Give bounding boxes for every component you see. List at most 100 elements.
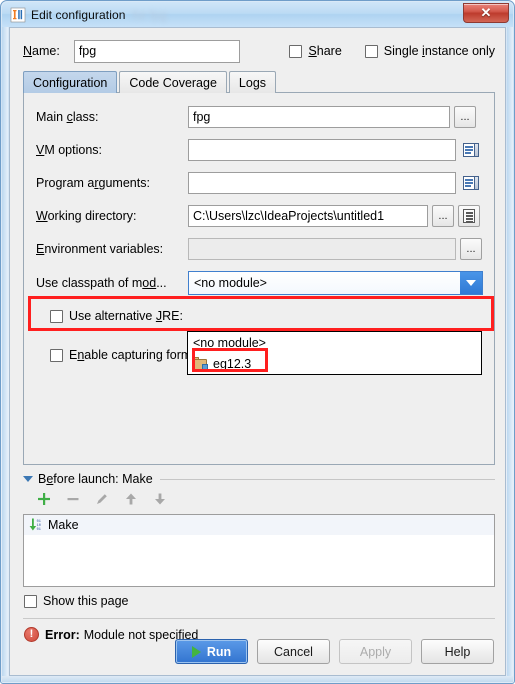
environment-variables-browse-button[interactable]: ... xyxy=(460,238,482,260)
dropdown-option-eg12-3-label: eg12.3 xyxy=(213,356,252,371)
program-arguments-row: Program arguments: xyxy=(36,171,486,195)
use-classpath-of-module-row: Use classpath of mod... <no module> xyxy=(36,270,486,296)
move-down-button[interactable] xyxy=(152,491,168,507)
use-alternative-jre-checkbox[interactable]: Use alternative JRE: xyxy=(50,309,183,323)
before-launch-list[interactable]: 01 10 01 Make xyxy=(23,514,495,587)
working-directory-input[interactable]: C:\Users\lzc\IdeaProjects\untitled1 xyxy=(188,205,428,227)
working-directory-label: Working directory: xyxy=(36,209,137,223)
title-bar[interactable]: Edit configuration for fpg ✕ xyxy=(2,2,513,27)
dropdown-option-no-module-label: <no module> xyxy=(193,335,266,350)
tab-configuration-label: Configuration xyxy=(33,75,108,90)
run-button-label: Run xyxy=(206,644,232,659)
close-button[interactable]: ✕ xyxy=(463,3,509,23)
working-directory-browse-button[interactable]: ... xyxy=(432,205,454,227)
share-checkbox-box xyxy=(289,44,303,58)
use-classpath-of-module-value: <no module> xyxy=(189,272,460,294)
error-icon: ! xyxy=(24,627,39,642)
vm-options-input[interactable] xyxy=(188,139,456,161)
list-item[interactable]: 01 10 01 Make xyxy=(24,515,494,535)
program-arguments-input[interactable] xyxy=(188,172,456,194)
before-launch-title: Before launch: Make xyxy=(38,472,153,486)
tab-configuration[interactable]: Configuration xyxy=(23,71,118,93)
edit-button[interactable] xyxy=(94,491,110,507)
edit-configuration-dialog: Edit configuration for fpg ✕ Name: fpg S… xyxy=(0,0,515,684)
program-arguments-expand-button[interactable] xyxy=(460,172,482,194)
error-label: Error: xyxy=(45,627,80,642)
collapse-triangle-icon[interactable] xyxy=(23,476,33,482)
dropdown-option-eg12-3[interactable]: eg12.3 xyxy=(188,353,481,374)
configuration-tab-panel: Main class: fpg ... VM options: Program … xyxy=(23,92,495,465)
program-arguments-label: Program arguments: xyxy=(36,176,150,190)
vm-options-label: VM options: xyxy=(36,143,103,157)
window-title-blurred-suffix: for fpg xyxy=(132,7,167,22)
environment-variables-label: Environment variables: xyxy=(36,242,164,256)
tab-code-coverage-label: Code Coverage xyxy=(129,75,217,90)
bottom-divider xyxy=(23,618,495,619)
before-launch-divider xyxy=(159,478,495,480)
add-button[interactable] xyxy=(36,491,52,507)
show-this-page-row: Show this page xyxy=(24,594,128,608)
working-directory-value: C:\Users\lzc\IdeaProjects\untitled1 xyxy=(193,209,385,223)
share-label: Share xyxy=(308,44,342,58)
dropdown-option-no-module[interactable]: <no module> xyxy=(188,332,481,353)
working-directory-row: Working directory: C:\Users\lzc\IdeaProj… xyxy=(36,204,486,228)
tab-bar: Configuration Code Coverage Logs xyxy=(23,71,278,93)
close-icon: ✕ xyxy=(480,5,492,20)
ellipsis-icon: ... xyxy=(460,110,470,123)
apply-button[interactable]: Apply xyxy=(339,639,412,664)
working-directory-macro-button[interactable] xyxy=(458,205,480,227)
environment-variables-row: Environment variables: ... xyxy=(36,237,486,261)
name-input[interactable]: fpg xyxy=(73,39,241,63)
run-button[interactable]: Run xyxy=(175,639,248,664)
module-folder-icon xyxy=(193,357,208,370)
dialog-button-bar: Run Cancel Apply Help xyxy=(175,639,494,664)
apply-button-label: Apply xyxy=(359,644,392,659)
main-class-value: fpg xyxy=(193,110,211,124)
use-classpath-of-module-combobox[interactable]: <no module> xyxy=(188,271,483,295)
single-instance-label: Single instance only xyxy=(383,44,495,58)
ellipsis-icon: ... xyxy=(438,209,448,222)
single-instance-checkbox[interactable]: Single instance only xyxy=(364,44,495,58)
play-icon xyxy=(191,645,201,658)
tab-logs[interactable]: Logs xyxy=(228,71,277,93)
share-checkbox[interactable]: Share xyxy=(289,44,342,58)
macro-list-icon xyxy=(463,209,475,223)
tab-code-coverage[interactable]: Code Coverage xyxy=(119,71,227,93)
main-class-input[interactable]: fpg xyxy=(188,106,450,128)
single-instance-checkbox-box xyxy=(364,44,378,58)
chevron-down-icon[interactable] xyxy=(460,272,482,294)
intellij-idea-icon xyxy=(10,7,26,23)
expand-editor-icon xyxy=(463,176,479,190)
vm-options-expand-button[interactable] xyxy=(460,139,482,161)
enable-capturing-form-snapshots-checkbox-box xyxy=(50,348,63,362)
before-launch-toolbar xyxy=(36,491,168,507)
remove-button[interactable] xyxy=(65,491,81,507)
help-button[interactable]: Help xyxy=(421,639,494,664)
help-button-label: Help xyxy=(444,644,471,659)
environment-variables-input[interactable] xyxy=(188,238,456,260)
use-alternative-jre-row: Use alternative JRE: xyxy=(36,304,486,328)
window-title: Edit configuration xyxy=(31,7,126,22)
window-border-right xyxy=(507,27,513,682)
list-item-label: Make xyxy=(48,518,79,532)
svg-text:01: 01 xyxy=(37,528,41,532)
tab-logs-label: Logs xyxy=(238,75,267,90)
cancel-button[interactable]: Cancel xyxy=(257,639,330,664)
window-border-left xyxy=(2,27,8,682)
show-this-page-label: Show this page xyxy=(43,594,129,608)
vm-options-row: VM options: xyxy=(36,138,486,162)
expand-editor-icon xyxy=(463,143,479,157)
name-label: Name: xyxy=(23,44,60,58)
module-dropdown-list[interactable]: <no module> eg12.3 xyxy=(187,331,482,375)
main-class-browse-button[interactable]: ... xyxy=(454,106,476,128)
name-input-value: fpg xyxy=(78,44,97,58)
before-launch-header: Before launch: Make xyxy=(23,471,495,487)
use-classpath-of-module-label: Use classpath of mod... xyxy=(36,276,167,290)
error-row: ! Error: Module not specified xyxy=(24,627,198,642)
main-class-row: Main class: fpg ... xyxy=(36,105,486,129)
show-this-page-checkbox[interactable]: Show this page xyxy=(24,594,128,608)
dialog-content: Name: fpg Share Single instance only Con… xyxy=(9,27,506,676)
move-up-button[interactable] xyxy=(123,491,139,507)
window-border-bottom xyxy=(2,676,513,682)
use-alternative-jre-label: Use alternative JRE: xyxy=(69,309,183,323)
